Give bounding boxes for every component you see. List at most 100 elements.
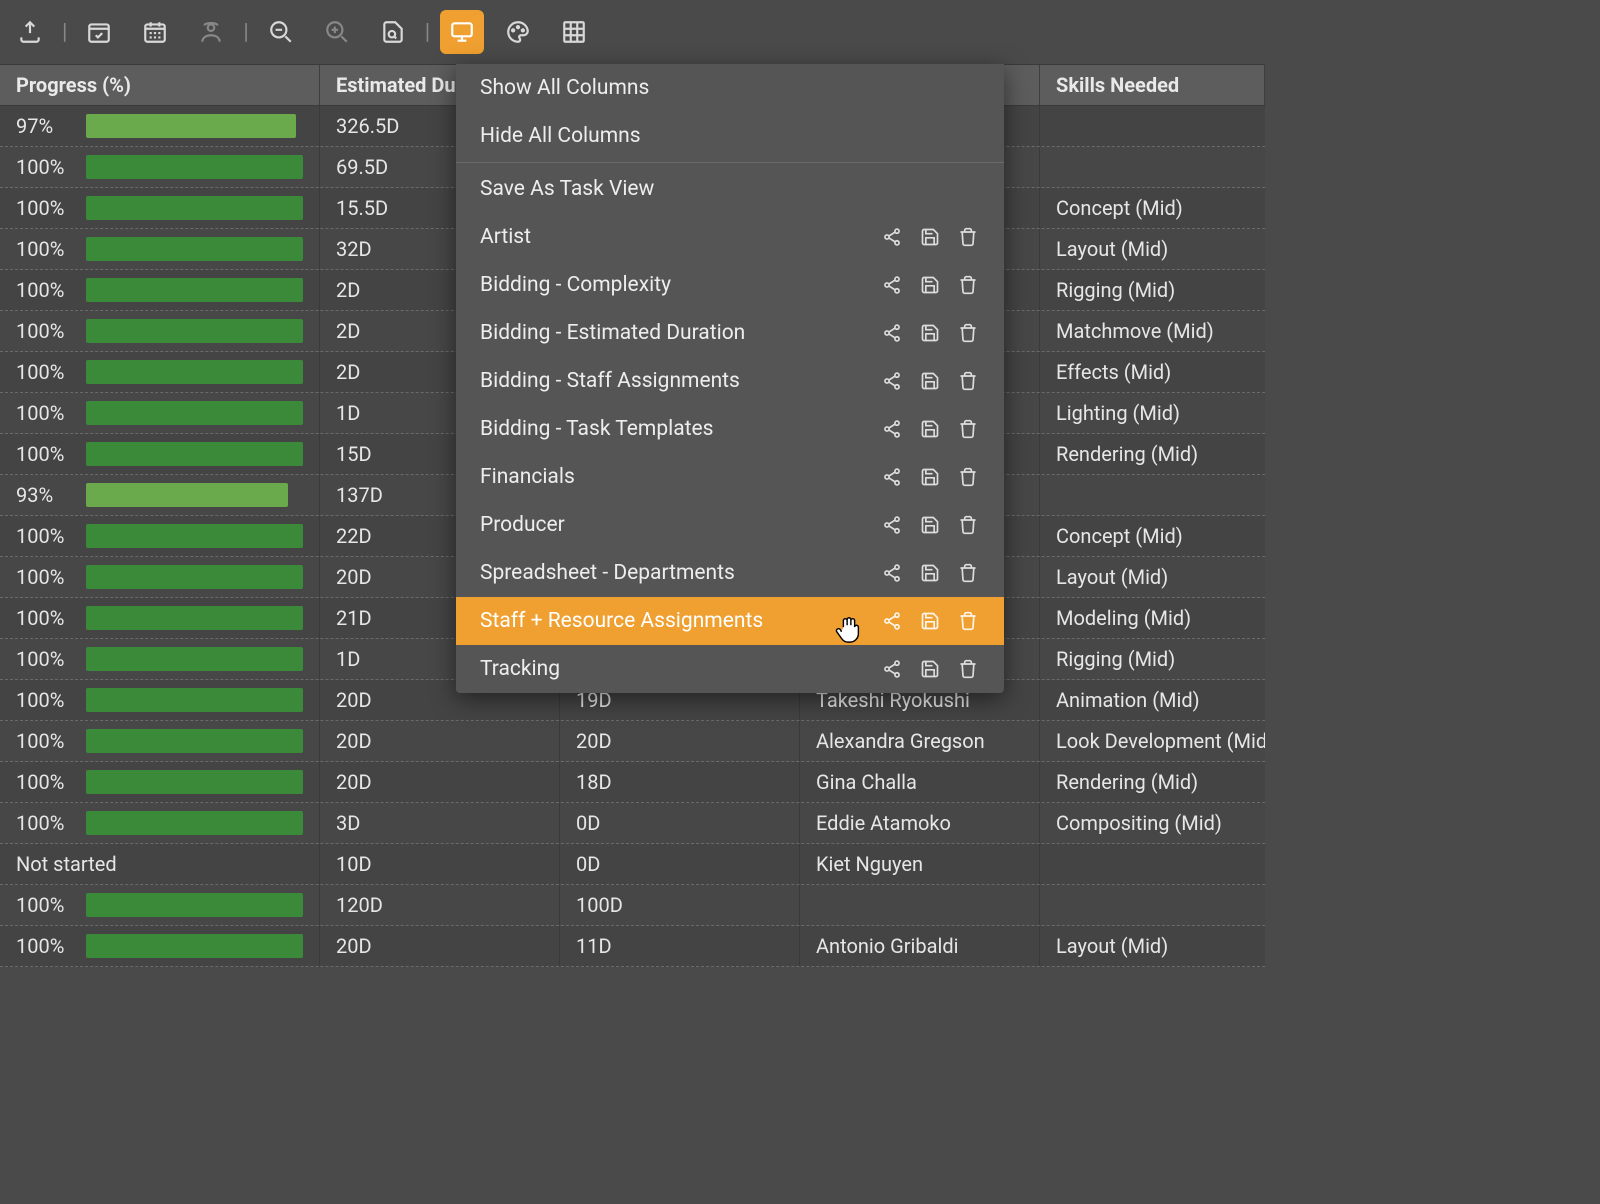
grid-icon[interactable] [552, 10, 596, 54]
calendar-icon[interactable] [133, 10, 177, 54]
progress-bar [86, 647, 303, 671]
save-icon[interactable] [918, 417, 942, 441]
cell-skill: Concept (Mid) [1040, 516, 1265, 556]
menu-view-item[interactable]: Staff + Resource Assignments [456, 597, 1004, 645]
save-icon[interactable] [918, 609, 942, 633]
worker-icon[interactable] [189, 10, 233, 54]
menu-view-item[interactable]: Spreadsheet - Departments [456, 549, 1004, 597]
file-search-icon[interactable] [371, 10, 415, 54]
cell-skill [1040, 844, 1265, 884]
table-row[interactable]: 100%20D20DAlexandra GregsonLook Developm… [0, 721, 1265, 762]
save-icon[interactable] [918, 369, 942, 393]
table-row[interactable]: 100%120D100D [0, 885, 1265, 926]
save-icon[interactable] [918, 513, 942, 537]
share-icon[interactable] [880, 465, 904, 489]
menu-hide-all[interactable]: Hide All Columns [456, 112, 1004, 160]
progress-label: 97% [16, 114, 66, 138]
save-icon[interactable] [918, 465, 942, 489]
save-icon[interactable] [918, 273, 942, 297]
menu-view-item[interactable]: Producer [456, 501, 1004, 549]
save-icon[interactable] [918, 225, 942, 249]
cell-progress: 100% [0, 311, 320, 351]
trash-icon[interactable] [956, 369, 980, 393]
cell-progress: 100% [0, 680, 320, 720]
menu-view-item[interactable]: Bidding - Task Templates [456, 405, 1004, 453]
save-icon[interactable] [918, 561, 942, 585]
cell-skill [1040, 475, 1265, 515]
separator: | [415, 20, 440, 45]
cell-who: Antonio Gribaldi [800, 926, 1040, 966]
share-icon[interactable] [880, 513, 904, 537]
zoom-out-icon[interactable] [259, 10, 303, 54]
menu-view-item[interactable]: Artist [456, 213, 1004, 261]
monitor-icon[interactable] [440, 10, 484, 54]
share-icon[interactable] [880, 273, 904, 297]
menu-show-all[interactable]: Show All Columns [456, 64, 1004, 112]
zoom-in-icon[interactable] [315, 10, 359, 54]
menu-save-as[interactable]: Save As Task View [456, 165, 1004, 213]
cell-progress: 100% [0, 557, 320, 597]
cell-estimated: 10D [320, 844, 560, 884]
table-row[interactable]: 100%20D18DGina ChallaRendering (Mid) [0, 762, 1265, 803]
menu-view-item[interactable]: Bidding - Complexity [456, 261, 1004, 309]
progress-label: 100% [16, 934, 66, 958]
cell-skill: Concept (Mid) [1040, 188, 1265, 228]
upload-icon[interactable] [8, 10, 52, 54]
menu-view-item[interactable]: Tracking [456, 645, 1004, 693]
progress-label: 100% [16, 442, 66, 466]
share-icon[interactable] [880, 417, 904, 441]
menu-view-item[interactable]: Bidding - Estimated Duration [456, 309, 1004, 357]
menu-view-label: Bidding - Staff Assignments [480, 369, 866, 393]
share-icon[interactable] [880, 609, 904, 633]
trash-icon[interactable] [956, 273, 980, 297]
share-icon[interactable] [880, 657, 904, 681]
trash-icon[interactable] [956, 513, 980, 537]
cell-progress: 100% [0, 270, 320, 310]
cell-estimated: 20D [320, 926, 560, 966]
cell-skill: Modeling (Mid) [1040, 598, 1265, 638]
menu-view-item[interactable]: Bidding - Staff Assignments [456, 357, 1004, 405]
share-icon[interactable] [880, 369, 904, 393]
column-header-skills[interactable]: Skills Needed [1040, 65, 1265, 105]
progress-label: 100% [16, 811, 66, 835]
cell-progress: 100% [0, 803, 320, 843]
cell-progress: 100% [0, 393, 320, 433]
menu-view-label: Bidding - Complexity [480, 273, 866, 297]
table-row[interactable]: Not started10D0DKiet Nguyen [0, 844, 1265, 885]
table-row[interactable]: 100% 20D11DAntonio GribaldiLayout (Mid) [0, 926, 1265, 967]
progress-label: 100% [16, 893, 66, 917]
column-header-progress[interactable]: Progress (%) [0, 65, 320, 105]
progress-bar [86, 811, 303, 835]
progress-bar [86, 237, 303, 261]
columns-menu: Show All Columns Hide All Columns Save A… [456, 64, 1004, 693]
trash-icon[interactable] [956, 609, 980, 633]
trash-icon[interactable] [956, 417, 980, 441]
share-icon[interactable] [880, 321, 904, 345]
cell-estimated: 20D [320, 762, 560, 802]
save-icon[interactable] [918, 657, 942, 681]
cell-skill: Rigging (Mid) [1040, 270, 1265, 310]
progress-bar [86, 606, 303, 630]
trash-icon[interactable] [956, 657, 980, 681]
trash-icon[interactable] [956, 561, 980, 585]
palette-icon[interactable] [496, 10, 540, 54]
cell-skill: Animation (Mid) [1040, 680, 1265, 720]
cell-skill: Layout (Mid) [1040, 926, 1265, 966]
table-row[interactable]: 100%3D0DEddie AtamokoCompositing (Mid) [0, 803, 1265, 844]
progress-bar [86, 155, 303, 179]
menu-view-item[interactable]: Financials [456, 453, 1004, 501]
trash-icon[interactable] [956, 321, 980, 345]
trash-icon[interactable] [956, 225, 980, 249]
cell-progress: 100% [0, 516, 320, 556]
share-icon[interactable] [880, 225, 904, 249]
save-icon[interactable] [918, 321, 942, 345]
progress-bar [86, 524, 303, 548]
trash-icon[interactable] [956, 465, 980, 489]
progress-label: 100% [16, 196, 66, 220]
progress-bar [86, 565, 303, 589]
progress-bar [86, 934, 303, 958]
cell-actual: 11D [560, 926, 800, 966]
share-icon[interactable] [880, 561, 904, 585]
progress-label: 100% [16, 565, 66, 589]
calendar-check-icon[interactable] [77, 10, 121, 54]
